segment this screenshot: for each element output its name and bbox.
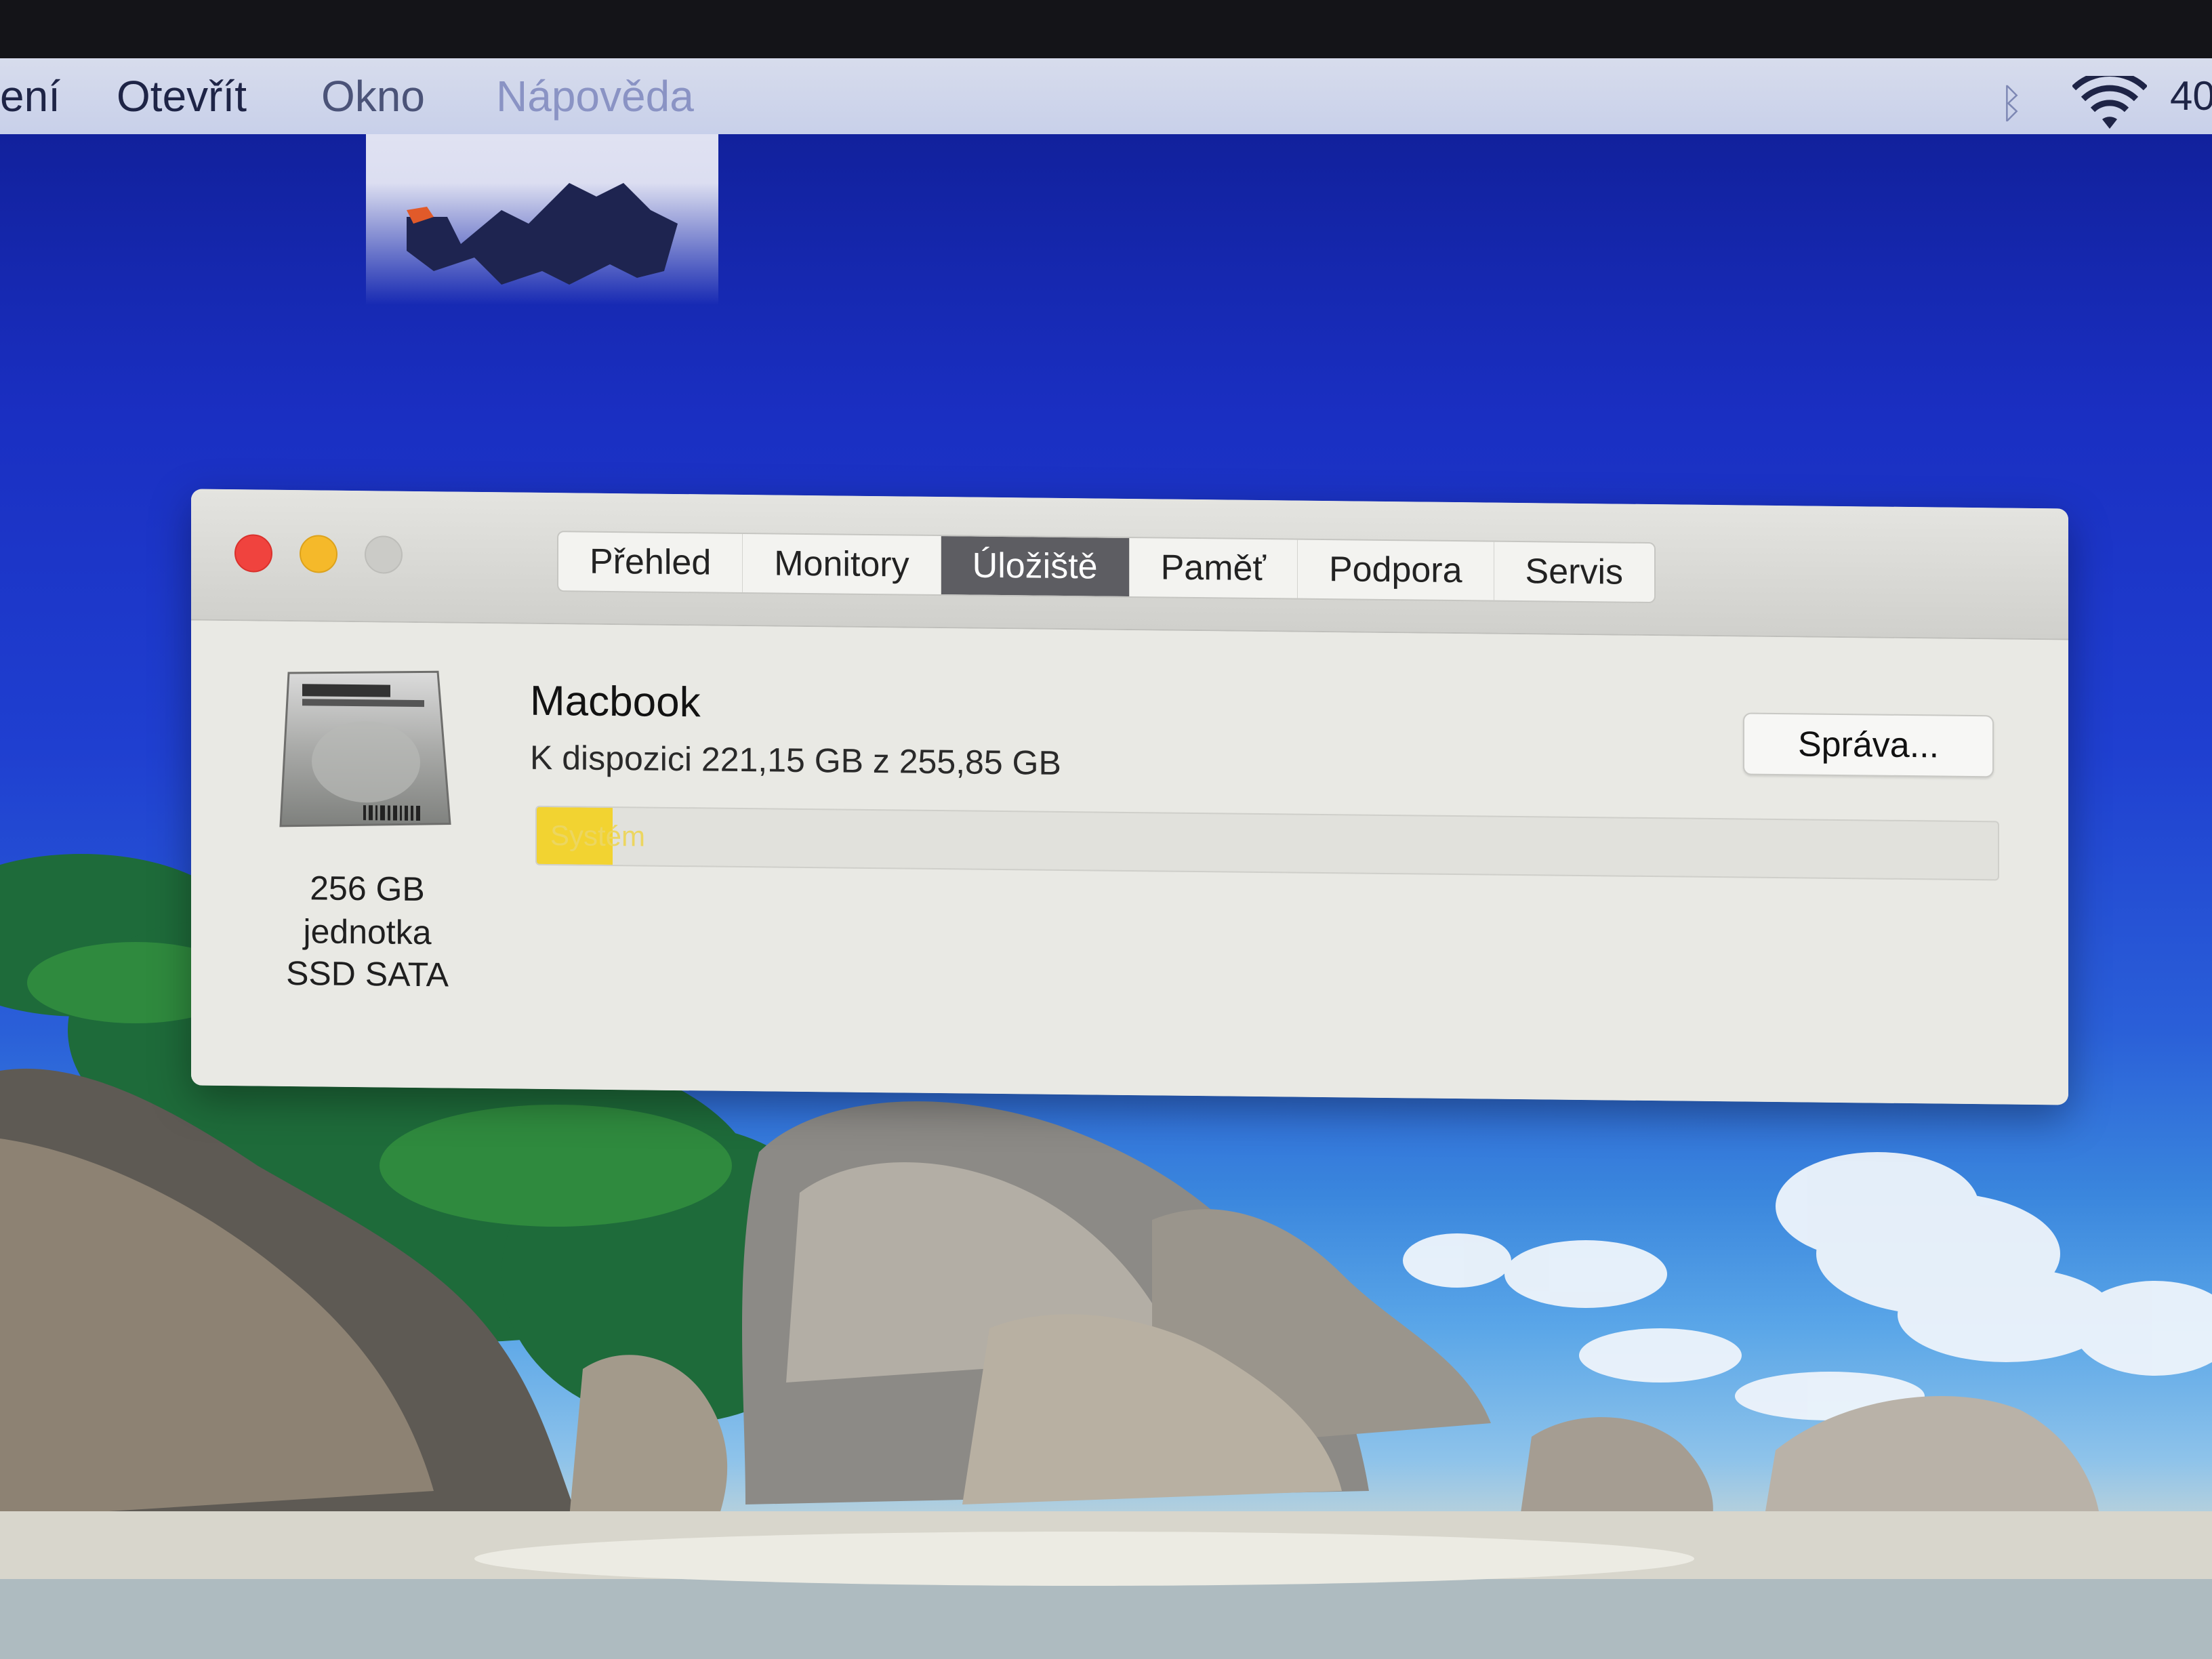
- storage-usage-bar: Systém: [535, 805, 1999, 881]
- tab-displays[interactable]: Monitory: [743, 534, 941, 595]
- zoom-button[interactable]: [365, 535, 403, 574]
- menu-item-open[interactable]: Otevřít: [117, 58, 247, 134]
- tab-storage[interactable]: Úložiště: [941, 536, 1130, 596]
- tab-support[interactable]: Podpora: [1297, 539, 1494, 600]
- ssd-drive-icon: [279, 670, 451, 827]
- menu-item-truncated[interactable]: ení: [0, 58, 60, 134]
- manage-button[interactable]: Správa...: [1743, 712, 1994, 778]
- menu-item-help[interactable]: Nápověda: [496, 58, 694, 134]
- tab-bar: Přehled Monitory Úložiště Paměť Podpora …: [557, 531, 1656, 604]
- window-titlebar[interactable]: Přehled Monitory Úložiště Paměť Podpora …: [191, 489, 2068, 640]
- tab-overview[interactable]: Přehled: [558, 532, 743, 593]
- about-this-mac-window: Přehled Monitory Úložiště Paměť Podpora …: [191, 489, 2068, 1105]
- disk-interface-label: SSD SATA: [286, 954, 449, 994]
- volume-available-text: K dispozici 221,15 GB z 255,85 GB: [530, 738, 1061, 782]
- minimize-button[interactable]: [300, 535, 337, 573]
- bluetooth-icon[interactable]: ᛒ: [1999, 80, 2024, 127]
- close-button[interactable]: [234, 534, 272, 573]
- disk-capacity-label: 256 GB: [310, 869, 425, 909]
- desktop-wallpaper: ení Otevřít Okno Nápověda ᛒ 40 Přehled M…: [0, 0, 2212, 1659]
- tab-memory[interactable]: Paměť: [1129, 537, 1298, 598]
- wifi-icon[interactable]: [2072, 76, 2147, 130]
- volume-name: Macbook: [530, 677, 701, 726]
- disk-type-label: jednotka: [303, 912, 432, 952]
- glare-dark-shape: [407, 183, 678, 285]
- menu-bar: ení Otevřít Okno Nápověda: [0, 58, 2212, 134]
- storage-panel: 256 GB jednotka SSD SATA Macbook K dispo…: [191, 620, 2068, 1105]
- menu-item-window[interactable]: Okno: [321, 58, 425, 134]
- battery-percentage[interactable]: 40: [2170, 58, 2212, 134]
- tab-service[interactable]: Servis: [1494, 542, 1654, 602]
- storage-segment-system[interactable]: Systém: [537, 806, 645, 865]
- screen-bezel-top: [0, 0, 2212, 58]
